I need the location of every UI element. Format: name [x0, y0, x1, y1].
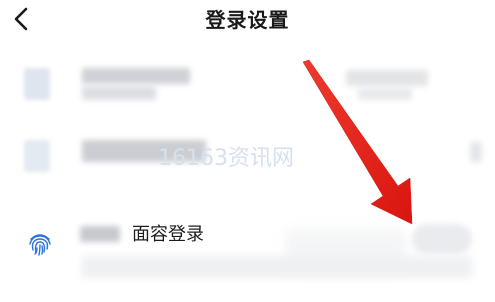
- redacted-icon: [24, 140, 50, 172]
- face-login-toggle[interactable]: [412, 224, 472, 254]
- redacted-description: [82, 256, 472, 278]
- redacted-chevron: [470, 142, 482, 162]
- watermark-text: 16163资讯网: [158, 146, 294, 171]
- header-bar: 登录设置: [0, 0, 495, 44]
- redacted-icon: [24, 68, 50, 100]
- redacted-value-secondary: [358, 88, 412, 100]
- redacted-label: [82, 68, 190, 84]
- settings-row-face-login[interactable]: 面容登录: [0, 208, 495, 302]
- redacted-value: [346, 70, 428, 86]
- redacted-prefix: [80, 226, 120, 242]
- login-settings-screen: 登录设置 16163资讯网 面容登录: [0, 0, 495, 302]
- face-login-label: 面容登录: [132, 224, 204, 245]
- redacted-sublabel: [82, 86, 156, 100]
- fingerprint-icon: [29, 234, 51, 256]
- page-title: 登录设置: [205, 8, 290, 32]
- settings-row-1[interactable]: [0, 58, 495, 116]
